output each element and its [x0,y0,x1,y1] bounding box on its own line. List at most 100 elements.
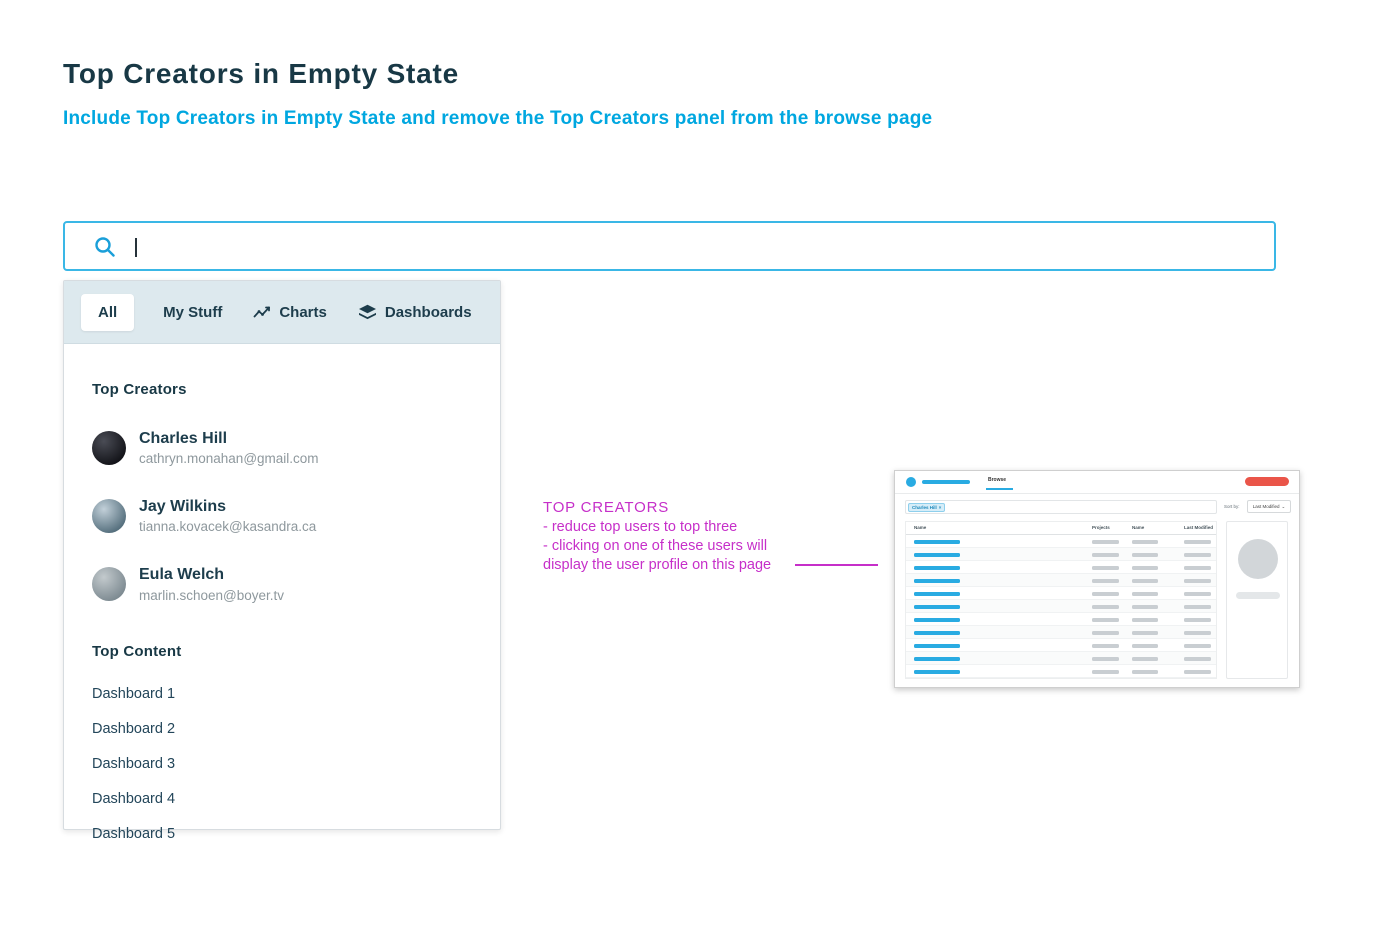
content-link-dashboard-2[interactable]: Dashboard 2 [92,721,472,737]
thumb-row-placeholder-bar [1132,657,1158,661]
tab-bar: All My Stuff Charts D [64,281,500,344]
browse-page-thumbnail: Browse Charles Hill × Sort by: Last Modi… [894,470,1300,688]
thumb-row-placeholder-bar [1184,605,1211,609]
thumb-browse-underline [986,488,1013,490]
thumb-row-placeholder-bar [1184,670,1211,674]
thumb-row-name-bar [914,579,960,583]
tab-charts-label: Charts [279,304,327,321]
thumb-row-placeholder-bar [1132,605,1158,609]
content-link-dashboard-4[interactable]: Dashboard 4 [92,791,472,807]
user-name: Eula Welch [139,565,284,584]
thumb-sort-dropdown: Last Modified ⌄ [1247,500,1291,513]
tab-dashboards-label: Dashboards [385,304,472,321]
avatar [92,431,126,465]
thumb-row-placeholder-bar [1132,579,1158,583]
layers-icon [358,304,377,321]
thumb-col-header: Name [914,525,926,530]
annotation-line: display the user profile on this page [543,556,813,575]
thumb-table-rows [906,535,1216,678]
thumb-row-placeholder-bar [1132,592,1158,596]
thumb-row-placeholder-bar [1184,592,1211,596]
thumb-row-placeholder-bar [1184,631,1211,635]
thumb-table-row [906,548,1216,561]
top-creators-heading: Top Creators [92,381,472,398]
thumb-row-placeholder-bar [1092,566,1119,570]
thumb-row-placeholder-bar [1184,540,1211,544]
thumb-row-placeholder-bar [1184,644,1211,648]
tab-my-stuff[interactable]: My Stuff [161,294,224,331]
thumb-row-placeholder-bar [1092,605,1119,609]
thumb-row-placeholder-bar [1092,631,1119,635]
thumb-row-name-bar [914,618,960,622]
text-cursor [135,238,137,257]
search-input[interactable] [151,223,1251,269]
thumb-table: Name Projects Name Last Modified [905,521,1217,679]
thumb-primary-button [1245,477,1289,486]
thumb-row-placeholder-bar [1092,618,1119,622]
user-row-charles-hill[interactable]: Charles Hill cathryn.monahan@gmail.com [92,429,472,466]
annotation-connector-line [795,564,878,566]
thumb-table-row [906,626,1216,639]
tab-my-stuff-label: My Stuff [163,304,222,321]
thumb-sort-label: Sort by: [1224,504,1240,509]
thumb-avatar-placeholder [1238,539,1278,579]
thumb-row-placeholder-bar [1184,618,1211,622]
annotation-title: TOP CREATORS [543,498,813,517]
page-subtitle: Include Top Creators in Empty State and … [63,108,932,130]
logo-dot [906,477,916,487]
thumb-filter-chip-label: Charles Hill [912,505,937,510]
panel-content: Top Creators Charles Hill cathryn.monaha… [64,344,500,842]
thumb-row-placeholder-bar [1092,540,1119,544]
content-link-dashboard-3[interactable]: Dashboard 3 [92,756,472,772]
thumb-table-row [906,652,1216,665]
tab-all-label: All [98,304,117,321]
content-link-dashboard-5[interactable]: Dashboard 5 [92,826,472,842]
thumb-col-header: Projects [1092,525,1110,530]
annotation-line: - reduce top users to top three [543,518,813,537]
search-bar[interactable] [63,221,1276,271]
close-icon: × [939,505,942,510]
thumb-row-name-bar [914,592,960,596]
user-name: Charles Hill [139,429,319,448]
tab-charts[interactable]: Charts [251,294,329,331]
annotation-top-creators: TOP CREATORS - reduce top users to top t… [543,498,813,575]
thumb-row-placeholder-bar [1092,644,1119,648]
thumb-table-row [906,600,1216,613]
user-row-eula-welch[interactable]: Eula Welch marlin.schoen@boyer.tv [92,565,472,602]
thumb-row-placeholder-bar [1132,670,1158,674]
thumb-row-name-bar [914,644,960,648]
thumb-row-placeholder-bar [1132,553,1158,557]
search-dropdown-panel: All My Stuff Charts D [63,280,501,830]
thumb-filter-chip: Charles Hill × [908,503,945,512]
thumb-table-row [906,587,1216,600]
thumb-row-name-bar [914,657,960,661]
design-spec-page: Top Creators in Empty State Include Top … [0,0,1382,926]
page-title: Top Creators in Empty State [63,58,459,90]
thumb-row-name-bar [914,605,960,609]
content-link-dashboard-1[interactable]: Dashboard 1 [92,686,472,702]
search-icon [93,235,117,259]
thumb-col-header: Last Modified [1184,525,1213,530]
thumb-row-placeholder-bar [1184,566,1211,570]
thumb-row-name-bar [914,566,960,570]
tab-all[interactable]: All [81,294,134,331]
user-email: marlin.schoen@boyer.tv [139,588,284,603]
annotation-line: - clicking on one of these users will [543,537,813,556]
thumb-table-row [906,665,1216,678]
thumb-browse-tab: Browse [988,477,1006,483]
tab-dashboards[interactable]: Dashboards [356,294,474,331]
thumb-row-placeholder-bar [1092,592,1119,596]
thumb-table-row [906,574,1216,587]
line-chart-icon [253,304,271,320]
user-email: cathryn.monahan@gmail.com [139,451,319,466]
user-row-jay-wilkins[interactable]: Jay Wilkins tianna.kovacek@kasandra.ca [92,497,472,534]
thumb-table-row [906,613,1216,626]
thumb-filter-input: Charles Hill × [905,500,1217,514]
chevron-down-icon: ⌄ [1281,504,1285,510]
user-name: Jay Wilkins [139,497,316,516]
avatar [92,499,126,533]
thumb-table-row [906,561,1216,574]
top-content-heading: Top Content [92,643,472,660]
thumb-sort-value: Last Modified [1253,504,1280,509]
thumb-row-name-bar [914,670,960,674]
